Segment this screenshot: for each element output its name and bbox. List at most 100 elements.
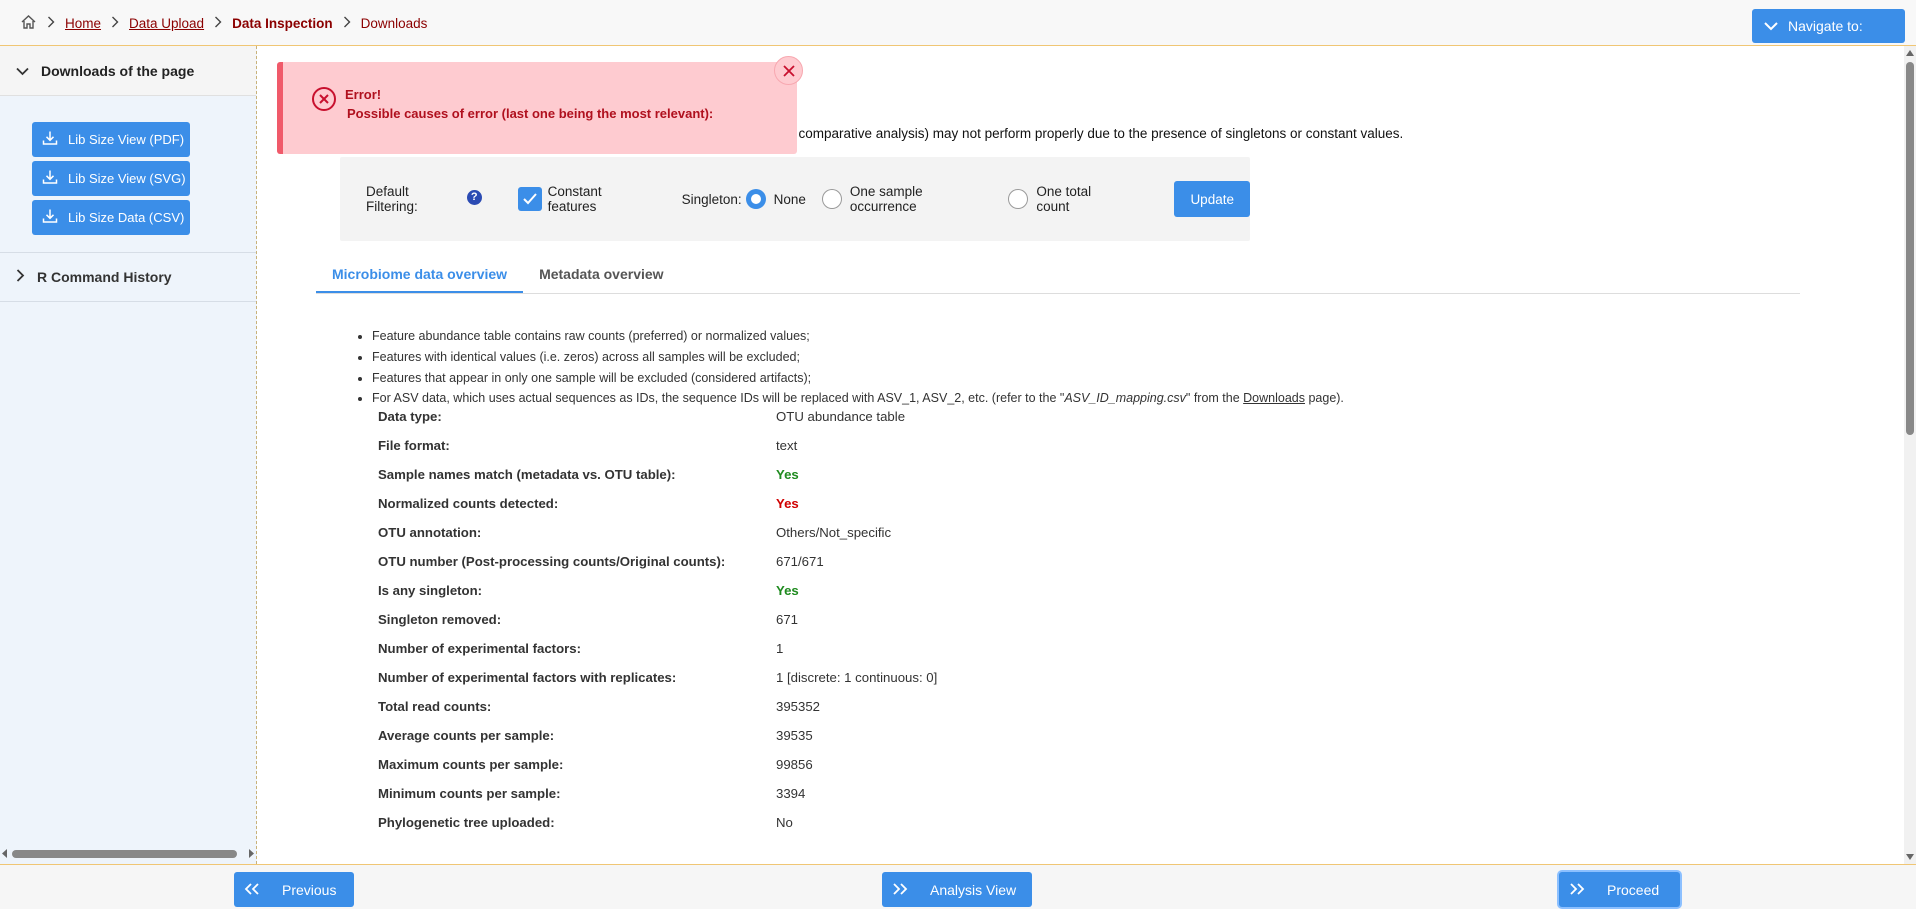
download-icon: [42, 169, 58, 188]
download-lib-size-csv-button[interactable]: Lib Size Data (CSV): [32, 200, 190, 235]
radio-label: One total count: [1036, 184, 1092, 214]
radio-label: One sample occurrence: [849, 184, 923, 214]
row-key: Number of experimental factors:: [378, 641, 581, 656]
download-label: Lib Size Data (CSV): [68, 210, 185, 225]
row-key: OTU number (Post-processing counts/Origi…: [378, 554, 726, 569]
downloads-list: Lib Size View (PDF) Lib Size View (SVG) …: [0, 96, 256, 235]
table-row: Normalized counts detected: Yes: [378, 489, 937, 518]
chevron-down-icon: [16, 63, 29, 79]
row-value: 99856: [776, 757, 813, 772]
list-item: Features with identical values (i.e. zer…: [372, 347, 1344, 368]
navigate-to-label: Navigate to:: [1788, 18, 1863, 34]
list-item: Features that appear in only one sample …: [372, 368, 1344, 389]
constant-features-checkbox[interactable]: [517, 187, 542, 211]
row-key: Singleton removed:: [378, 612, 502, 627]
note-text: page).: [1304, 391, 1344, 406]
breadcrumb-data-upload-link[interactable]: Data Upload: [129, 16, 204, 31]
table-row: OTU annotation: Others/Not_specific: [378, 518, 937, 547]
downloads-section-header[interactable]: Downloads of the page: [0, 46, 256, 96]
radio-singleton-one-sample[interactable]: [821, 189, 842, 209]
overview-tabs: Microbiome data overview Metadata overvi…: [316, 254, 1800, 294]
row-key: Sample names match (metadata vs. OTU tab…: [378, 467, 676, 482]
chevron-right-icon: [47, 16, 55, 31]
breadcrumb-home-link[interactable]: Home: [65, 16, 101, 31]
table-row: Number of experimental factors: 1: [378, 634, 937, 663]
row-value: Yes: [776, 496, 799, 511]
singleton-warning-text: y comparative analysis) may not perform …: [788, 126, 1404, 141]
chevron-right-icon: [214, 16, 222, 31]
table-row: OTU number (Post-processing counts/Origi…: [378, 547, 937, 576]
breadcrumb-current: Data Inspection: [232, 16, 333, 31]
row-value: 3394: [776, 786, 806, 801]
row-key: Phylogenetic tree uploaded:: [378, 815, 555, 830]
double-chevron-left-icon: [244, 882, 260, 898]
row-key: Is any singleton:: [378, 583, 483, 598]
home-icon[interactable]: [20, 14, 37, 33]
sidebar-horizontal-scrollbar[interactable]: [0, 846, 256, 860]
table-row: Singleton removed: 671: [378, 605, 937, 634]
download-label: Lib Size View (PDF): [68, 132, 185, 147]
r-command-history-title: R Command History: [37, 269, 172, 285]
row-value: No: [776, 815, 793, 830]
error-circle-icon: [311, 86, 337, 115]
table-row: Phylogenetic tree uploaded: No: [378, 808, 937, 837]
chevron-right-icon: [343, 16, 351, 31]
chevron-right-icon: [111, 16, 119, 31]
update-button[interactable]: Update: [1174, 181, 1251, 217]
radio-singleton-none[interactable]: [745, 189, 766, 209]
row-value: Yes: [776, 467, 799, 482]
chevron-down-icon: [1764, 18, 1778, 34]
row-value: 395352: [776, 699, 821, 714]
singleton-label: Singleton:: [681, 191, 742, 207]
row-value: text: [776, 438, 798, 453]
row-key: Minimum counts per sample:: [378, 786, 561, 801]
table-row: File format: text: [378, 431, 937, 460]
downloads-section-title: Downloads of the page: [41, 62, 195, 79]
row-value: Yes: [776, 583, 799, 598]
table-row: Average counts per sample: 39535: [378, 721, 937, 750]
table-row: Maximum counts per sample: 99856: [378, 750, 937, 779]
chevron-right-icon: [16, 269, 25, 285]
row-value: Others/Not_specific: [776, 525, 892, 540]
list-item: Feature abundance table contains raw cou…: [372, 326, 1344, 347]
constant-features-label: Constant features: [547, 184, 602, 214]
proceed-label: Proceed: [1607, 881, 1660, 898]
tab-metadata-overview[interactable]: Metadata overview: [523, 254, 680, 293]
help-icon[interactable]: ?: [466, 189, 482, 205]
row-value: 1 [discrete: 1 continuous: 0]: [776, 670, 938, 685]
table-row: Is any singleton: Yes: [378, 576, 937, 605]
analysis-view-label: Analysis View: [930, 881, 1017, 898]
table-row: Sample names match (metadata vs. OTU tab…: [378, 460, 937, 489]
data-summary-table: Data type: OTU abundance table File forma…: [378, 402, 937, 837]
close-icon[interactable]: [774, 56, 803, 85]
r-command-history-header[interactable]: R Command History: [0, 252, 256, 302]
download-lib-size-svg-button[interactable]: Lib Size View (SVG): [32, 161, 190, 196]
radio-singleton-one-total[interactable]: [1008, 189, 1029, 209]
bottom-bar: Previous Analysis View Proceed: [0, 864, 1916, 909]
row-key: Number of experimental factors with repl…: [378, 670, 677, 685]
sidebar: Downloads of the page Lib Size View (PDF…: [0, 46, 257, 864]
default-filtering-label: Default Filtering:: [366, 184, 418, 214]
radio-label: None: [773, 191, 806, 207]
proceed-button[interactable]: Proceed: [1559, 872, 1680, 907]
filter-panel: Default Filtering: ? Constant features S…: [340, 157, 1251, 241]
file-name: ASV_ID_mapping.csv: [1064, 391, 1186, 406]
main-vertical-scrollbar[interactable]: [1904, 46, 1916, 864]
main-content: y comparative analysis) may not perform …: [258, 46, 1904, 864]
previous-button[interactable]: Previous: [234, 872, 354, 907]
breadcrumb-downloads[interactable]: Downloads: [361, 16, 428, 31]
download-lib-size-pdf-button[interactable]: Lib Size View (PDF): [32, 122, 190, 157]
top-bar: Home Data Upload Data Inspection Downloa…: [0, 0, 1916, 46]
navigate-to-button[interactable]: Navigate to:: [1752, 9, 1905, 43]
row-key: Total read counts:: [378, 699, 492, 714]
tab-microbiome-overview[interactable]: Microbiome data overview: [316, 254, 524, 293]
breadcrumb: Home Data Upload Data Inspection Downloa…: [20, 14, 427, 33]
row-value: 1: [776, 641, 784, 656]
row-key: File format:: [378, 438, 450, 453]
download-icon: [42, 208, 58, 227]
double-chevron-right-icon: [1569, 882, 1585, 898]
row-key: Data type:: [378, 409, 442, 424]
analysis-view-button[interactable]: Analysis View: [882, 872, 1032, 907]
notes-list: Feature abundance table contains raw cou…: [372, 326, 1344, 409]
downloads-link[interactable]: Downloads: [1243, 391, 1305, 405]
